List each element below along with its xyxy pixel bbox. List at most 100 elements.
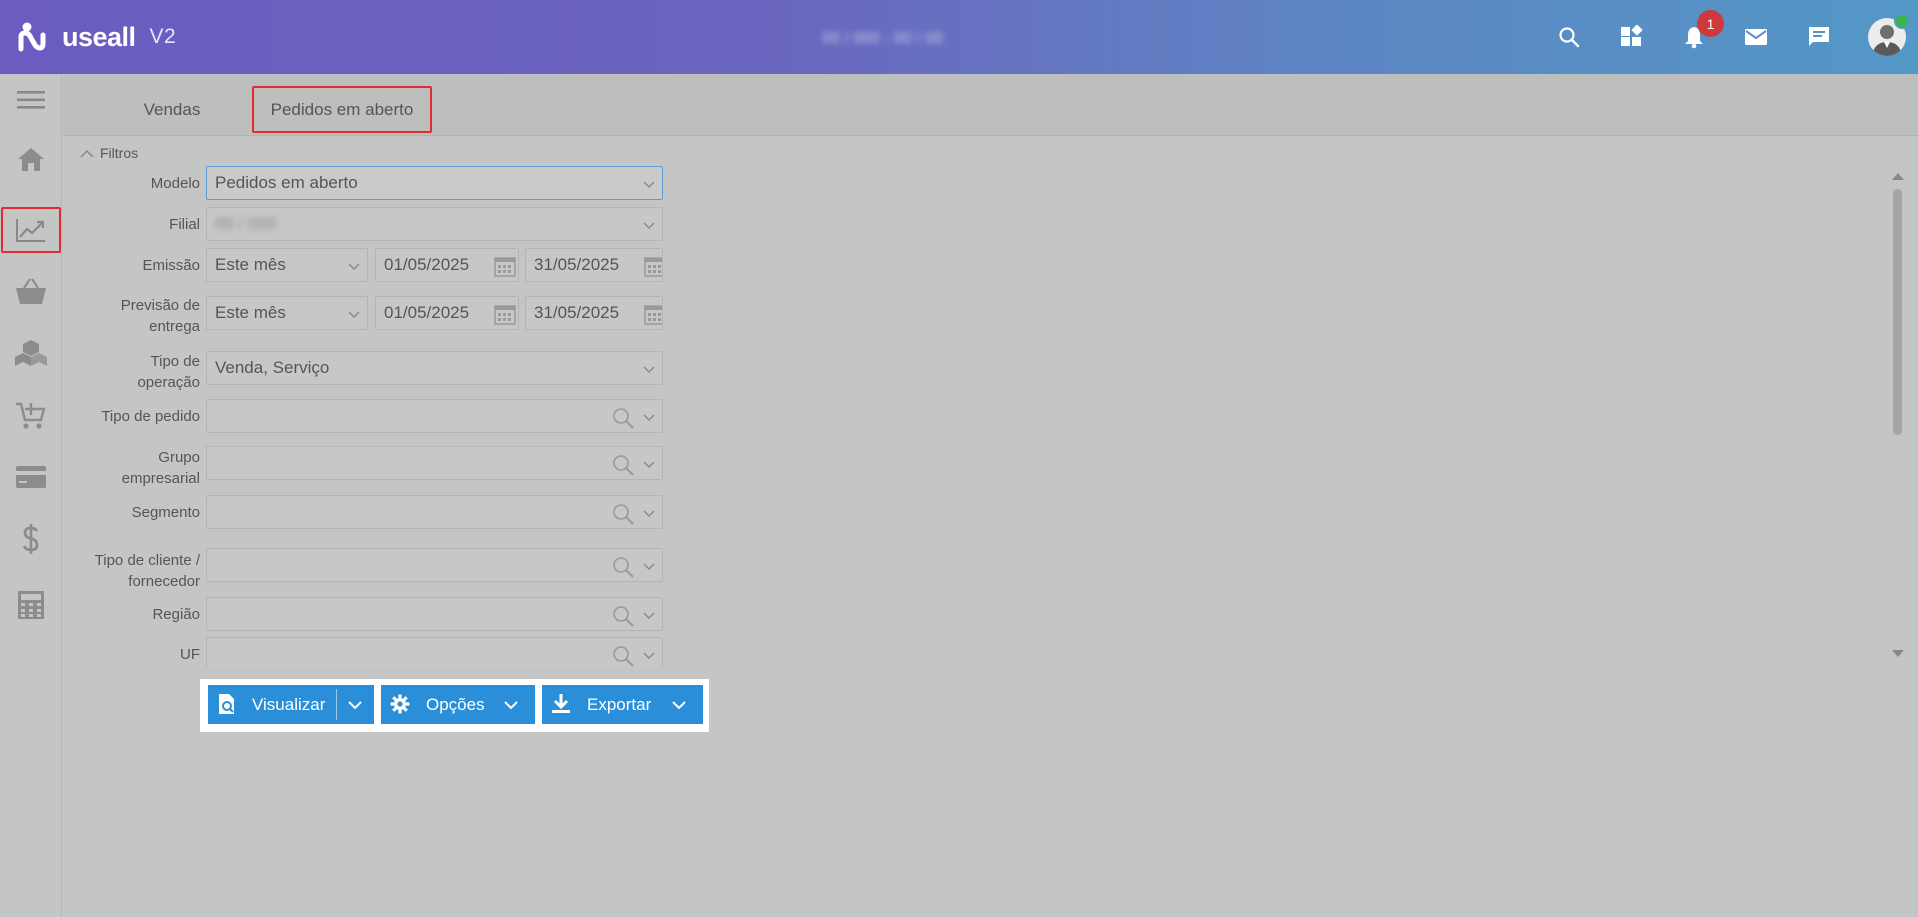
cart-add-icon[interactable] bbox=[0, 392, 62, 438]
chevron-down-icon[interactable] bbox=[503, 697, 519, 713]
chevron-down-icon bbox=[643, 366, 655, 373]
exportar-button[interactable]: Exportar bbox=[542, 685, 703, 724]
search-icon[interactable] bbox=[612, 605, 634, 627]
search-icon[interactable] bbox=[1554, 22, 1584, 52]
previsao-period-select[interactable]: Este mês bbox=[206, 296, 368, 330]
mail-icon[interactable] bbox=[1741, 22, 1771, 52]
tipo-operacao-select[interactable]: Venda, Serviço bbox=[206, 351, 663, 385]
chat-icon[interactable] bbox=[1804, 22, 1834, 52]
tab-vendas[interactable]: Vendas bbox=[103, 86, 241, 133]
previsao-from-value: 01/05/2025 bbox=[384, 303, 470, 322]
search-icon[interactable] bbox=[612, 407, 634, 429]
credit-card-icon[interactable] bbox=[0, 454, 62, 500]
logo-text: useall bbox=[62, 21, 136, 52]
boxes-icon[interactable] bbox=[0, 330, 62, 376]
version-label: V2 bbox=[149, 25, 177, 48]
chevron-down-icon[interactable] bbox=[347, 697, 363, 713]
basket-icon[interactable] bbox=[0, 268, 62, 314]
chevron-down-icon bbox=[643, 181, 655, 188]
scroll-up-arrow-icon[interactable] bbox=[1890, 170, 1906, 182]
calendar-icon[interactable] bbox=[494, 255, 516, 277]
home-icon[interactable] bbox=[0, 136, 62, 182]
widgets-icon[interactable] bbox=[1616, 22, 1646, 52]
tipo-pedido-lookup[interactable] bbox=[206, 399, 663, 433]
calendar-icon[interactable] bbox=[644, 303, 663, 325]
search-icon[interactable] bbox=[612, 454, 634, 476]
emissao-from-value: 01/05/2025 bbox=[384, 255, 470, 274]
logo[interactable]: useall V2 bbox=[18, 17, 176, 57]
search-icon[interactable] bbox=[612, 556, 634, 578]
opcoes-label: Opções bbox=[426, 695, 485, 714]
menu-icon[interactable] bbox=[0, 77, 62, 123]
tab-pedidos-em-aberto[interactable]: Pedidos em aberto bbox=[252, 86, 432, 133]
chart-line-icon[interactable] bbox=[1, 207, 61, 253]
scrollbar-thumb[interactable] bbox=[1893, 189, 1902, 435]
previsao-from-date[interactable]: 01/05/2025 bbox=[375, 296, 519, 330]
tab-bar: Vendas Pedidos em aberto bbox=[63, 74, 1918, 136]
visualizar-button[interactable]: Visualizar bbox=[208, 685, 374, 724]
uf-lookup[interactable] bbox=[206, 637, 663, 667]
emissao-to-value: 31/05/2025 bbox=[534, 255, 620, 274]
segmento-label: Segmento bbox=[131, 504, 200, 521]
grupo-empresarial-lookup[interactable] bbox=[206, 446, 663, 480]
sidebar bbox=[0, 74, 62, 917]
calendar-icon[interactable] bbox=[644, 255, 663, 277]
chevron-up-icon bbox=[80, 149, 94, 158]
segmento-lookup[interactable] bbox=[206, 495, 663, 529]
download-icon bbox=[552, 694, 570, 713]
visualizar-label: Visualizar bbox=[252, 695, 326, 714]
chevron-down-icon bbox=[643, 414, 655, 421]
emissao-from-date[interactable]: 01/05/2025 bbox=[375, 248, 519, 282]
emissao-label: Emissão bbox=[142, 257, 200, 274]
previsao-to-value: 31/05/2025 bbox=[534, 303, 620, 322]
tipo-pedido-label: Tipo de pedido bbox=[101, 408, 200, 425]
opcoes-button[interactable]: Opções bbox=[381, 685, 535, 724]
filters-toggle[interactable]: Filtros bbox=[80, 145, 138, 161]
tipo-operacao-label-line1: Tipo de bbox=[150, 353, 200, 370]
filial-label: Filial bbox=[169, 216, 200, 233]
tipo-cliente-label: Tipo de cliente / fornecedor bbox=[95, 550, 200, 592]
gear-icon bbox=[390, 694, 410, 714]
chevron-down-icon[interactable] bbox=[671, 697, 687, 713]
filial-select[interactable]: 00 / 000 bbox=[206, 207, 663, 241]
grupo-empresarial-label-line1: Grupo bbox=[158, 449, 200, 466]
previsao-label-line2: entrega bbox=[149, 318, 200, 335]
modelo-value: Pedidos em aberto bbox=[215, 173, 358, 192]
filial-value: 00 / 000 bbox=[215, 214, 277, 233]
modelo-select[interactable]: Pedidos em aberto bbox=[206, 166, 663, 200]
regiao-label: Região bbox=[152, 606, 200, 623]
top-bar: useall V2 00 / 000 - 00 / 00 1 bbox=[0, 0, 1918, 74]
chevron-down-icon bbox=[643, 461, 655, 468]
previsao-label: Previsão de entrega bbox=[121, 295, 200, 337]
chevron-down-icon bbox=[348, 263, 360, 270]
tipo-cliente-label-line2: fornecedor bbox=[128, 573, 200, 590]
chevron-down-icon bbox=[643, 612, 655, 619]
exportar-label: Exportar bbox=[587, 695, 652, 714]
emissao-to-date[interactable]: 31/05/2025 bbox=[525, 248, 663, 282]
chevron-down-icon bbox=[643, 563, 655, 570]
preview-icon bbox=[219, 694, 234, 714]
chevron-down-icon bbox=[643, 222, 655, 229]
calculator-icon[interactable] bbox=[0, 582, 62, 628]
scroll-down-arrow-icon[interactable] bbox=[1890, 648, 1906, 660]
logo-mark-icon bbox=[18, 22, 46, 52]
button-divider bbox=[336, 689, 337, 720]
grupo-empresarial-label-line2: empresarial bbox=[121, 470, 200, 487]
previsao-label-line1: Previsão de bbox=[120, 297, 200, 314]
search-icon[interactable] bbox=[612, 503, 634, 525]
tipo-cliente-lookup[interactable] bbox=[206, 548, 663, 582]
search-icon[interactable] bbox=[612, 645, 634, 667]
uf-label: UF bbox=[180, 646, 200, 663]
emissao-period-select[interactable]: Este mês bbox=[206, 248, 368, 282]
regiao-lookup[interactable] bbox=[206, 597, 663, 631]
calendar-icon[interactable] bbox=[494, 303, 516, 325]
chevron-down-icon bbox=[348, 311, 360, 318]
company-info: 00 / 000 - 00 / 00 bbox=[822, 30, 943, 47]
chevron-down-icon bbox=[643, 510, 655, 517]
dollar-icon[interactable] bbox=[0, 516, 62, 562]
tipo-cliente-label-line1: Tipo de cliente / bbox=[94, 552, 200, 569]
notification-badge: 1 bbox=[1697, 10, 1724, 37]
grupo-empresarial-label: Grupo empresarial bbox=[122, 447, 200, 489]
previsao-to-date[interactable]: 31/05/2025 bbox=[525, 296, 663, 330]
previsao-period-value: Este mês bbox=[215, 303, 286, 322]
